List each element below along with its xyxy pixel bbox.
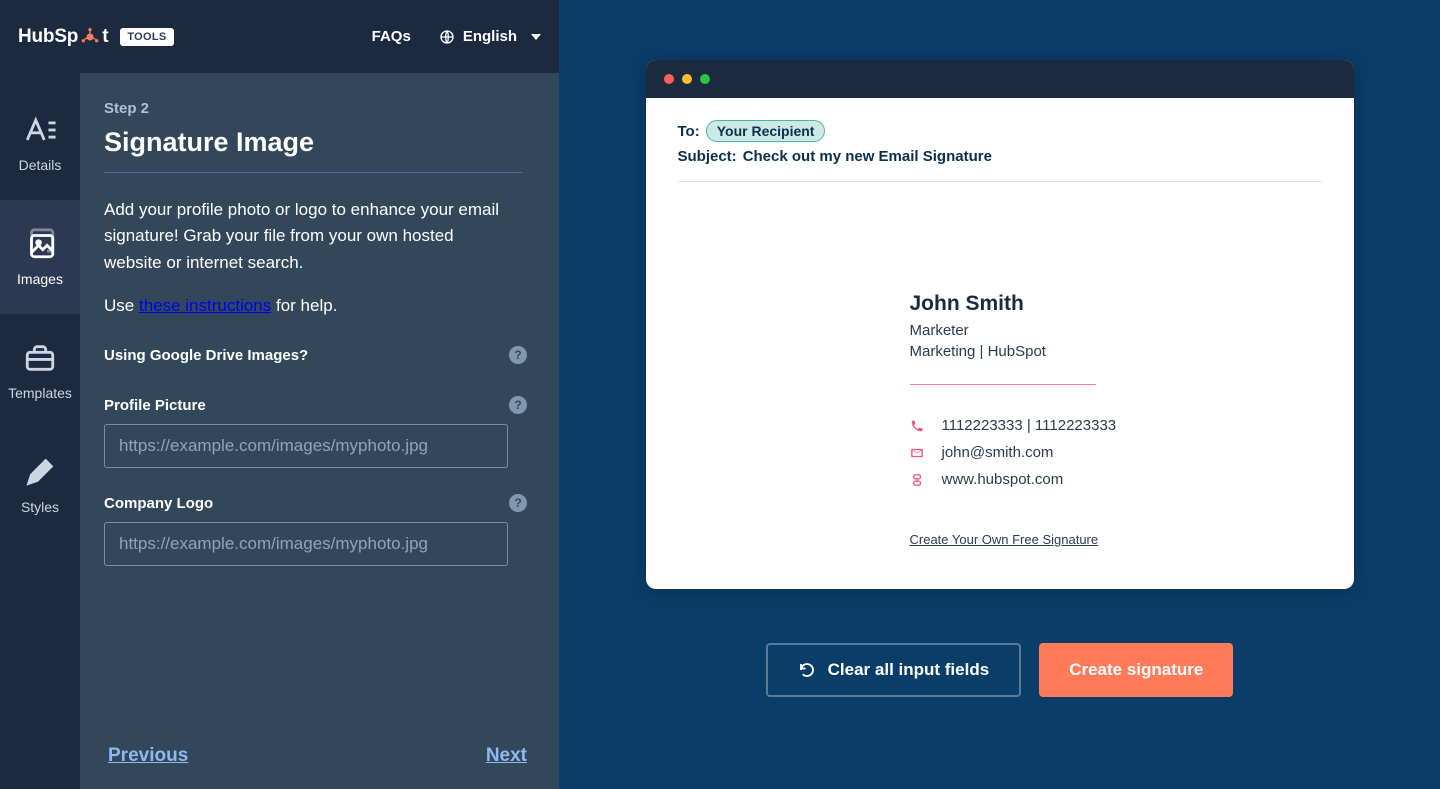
- pencil-icon: [23, 455, 57, 489]
- brand-name: HubSp t: [18, 26, 108, 48]
- faqs-link[interactable]: FAQs: [372, 28, 411, 45]
- rail-item-details[interactable]: Details: [0, 86, 80, 200]
- rail-item-styles[interactable]: Styles: [0, 428, 80, 542]
- panel-title: Signature Image: [104, 127, 527, 158]
- mail-preview-window: To: Your Recipient Subject: Check out my…: [646, 60, 1354, 589]
- signature-name: John Smith: [910, 292, 1322, 316]
- text-icon: [23, 113, 57, 147]
- config-panel: Step 2 Signature Image Add your profile …: [80, 0, 559, 789]
- help-instructions: Use these instructions for help.: [104, 296, 527, 316]
- preview-area: To: Your Recipient Subject: Check out my…: [559, 0, 1440, 789]
- create-signature-button[interactable]: Create signature: [1039, 643, 1233, 697]
- rail-label: Images: [17, 271, 63, 287]
- to-label: To:: [678, 123, 700, 140]
- rail-label: Styles: [21, 499, 59, 515]
- signature-divider: [910, 384, 1096, 385]
- phone-icon: [910, 419, 924, 433]
- brand-logo[interactable]: HubSp t TOOLS: [18, 26, 174, 48]
- mail-divider: [678, 181, 1322, 182]
- company-logo-label: Company Logo: [104, 495, 213, 512]
- signature-phone-row: 1112223333 | 1112223333: [910, 417, 1322, 434]
- step-label: Step 2: [104, 100, 527, 117]
- signature-department: Marketing | HubSpot: [910, 343, 1322, 360]
- subject-value: Check out my new Email Signature: [743, 148, 992, 165]
- chevron-down-icon: [531, 34, 541, 40]
- email-icon: [910, 446, 924, 460]
- profile-picture-label: Profile Picture: [104, 397, 206, 414]
- rail-item-images[interactable]: Images: [0, 200, 80, 314]
- title-divider: [104, 172, 522, 173]
- window-minimize-icon: [682, 74, 692, 84]
- globe-icon: [439, 29, 455, 45]
- language-selector[interactable]: English: [439, 28, 541, 45]
- help-icon[interactable]: ?: [509, 346, 527, 364]
- signature-block: John Smith Marketer Marketing | HubSpot …: [678, 292, 1322, 488]
- window-close-icon: [664, 74, 674, 84]
- refresh-icon: [798, 661, 816, 679]
- rail-label: Templates: [8, 385, 72, 401]
- help-icon[interactable]: ?: [509, 494, 527, 512]
- profile-picture-input[interactable]: [104, 424, 508, 468]
- instructions-link[interactable]: these instructions: [139, 296, 271, 315]
- recipient-pill: Your Recipient: [706, 120, 826, 142]
- create-own-signature-link[interactable]: Create Your Own Free Signature: [910, 532, 1099, 547]
- rail-item-templates[interactable]: Templates: [0, 314, 80, 428]
- window-maximize-icon: [700, 74, 710, 84]
- top-bar: HubSp t TOOLS FAQs: [0, 0, 559, 73]
- clear-fields-button[interactable]: Clear all input fields: [766, 643, 1022, 697]
- tools-badge: TOOLS: [120, 28, 173, 46]
- gdrive-label: Using Google Drive Images?: [104, 347, 308, 364]
- hubspot-sprocket-icon: [80, 27, 100, 47]
- next-link[interactable]: Next: [486, 745, 527, 767]
- briefcase-icon: [23, 341, 57, 375]
- mail-titlebar: [646, 60, 1354, 98]
- link-icon: [910, 473, 924, 487]
- signature-role: Marketer: [910, 322, 1322, 339]
- rail-label: Details: [19, 157, 62, 173]
- subject-label: Subject:: [678, 148, 737, 165]
- images-icon: [23, 227, 57, 261]
- panel-description: Add your profile photo or logo to enhanc…: [104, 197, 504, 276]
- help-icon[interactable]: ?: [509, 396, 527, 414]
- signature-website-row: www.hubspot.com: [910, 471, 1322, 488]
- company-logo-input[interactable]: [104, 522, 508, 566]
- step-rail: Details Images Templates Styl: [0, 0, 80, 789]
- previous-link[interactable]: Previous: [108, 745, 188, 767]
- signature-email-row: john@smith.com: [910, 444, 1322, 461]
